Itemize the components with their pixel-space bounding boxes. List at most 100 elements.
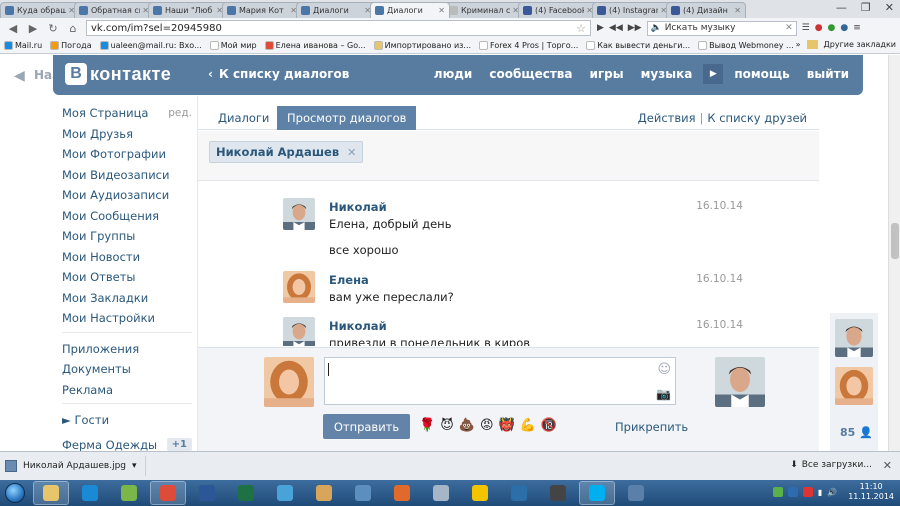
online-count[interactable]: 85 👤 <box>840 426 873 439</box>
other-bookmarks[interactable]: » Другие закладки <box>796 40 896 49</box>
sidebar-item[interactable]: Мои Закладки <box>62 288 192 309</box>
tab-close-icon[interactable]: ✕ <box>438 6 445 15</box>
nav-people[interactable]: люди <box>434 67 473 81</box>
back-arrow-icon[interactable]: ◀ <box>6 21 20 35</box>
taskbar-app-paint[interactable] <box>306 481 342 505</box>
browser-tab[interactable]: (4) Дизайн ✕ <box>666 2 746 18</box>
taskbar-app-app12[interactable] <box>462 481 498 505</box>
bookmark-item[interactable]: Вывод Webmoney ... <box>698 41 794 50</box>
minimize-icon[interactable]: — <box>836 1 847 14</box>
browser-tab[interactable]: Обратная св ✕ <box>74 2 154 18</box>
home-icon[interactable]: ⌂ <box>66 21 80 35</box>
smiley-icon[interactable]: ☺ <box>657 362 671 377</box>
emoji-icon[interactable]: 💩 <box>459 418 475 433</box>
bookmark-star-icon[interactable]: ☆ <box>576 22 586 35</box>
menu-icon[interactable]: ☰ <box>802 23 810 33</box>
browser-tab[interactable]: Криминал с ✕ <box>444 2 524 18</box>
reload-icon[interactable]: ↻ <box>46 21 60 35</box>
sidebar-item[interactable]: Мои Настройки <box>62 308 192 329</box>
start-button[interactable] <box>0 480 30 506</box>
tray-icon-blue[interactable] <box>787 487 798 497</box>
message-author[interactable]: Николай <box>329 200 387 214</box>
tray-icon-red[interactable] <box>802 487 813 497</box>
participant-chip[interactable]: Николай Ардашев ✕ <box>209 141 364 163</box>
sidebar-item[interactable]: Реклама <box>62 380 192 401</box>
sidebar-item[interactable]: Моя Страница ред. <box>62 103 192 124</box>
sidebar-item[interactable]: Мои Ответы <box>62 267 192 288</box>
bookmark-item[interactable]: ualeen@mail.ru: Вхо... <box>99 41 202 50</box>
taskbar-app-games[interactable] <box>111 481 147 505</box>
tray-icon-green[interactable] <box>772 487 783 497</box>
bookmark-item[interactable]: Forex 4 Pros | Торго... <box>479 41 578 50</box>
download-item[interactable]: Николай Ардашев.jpg ▾ <box>5 456 146 476</box>
play-icon[interactable]: ▶ <box>597 23 604 33</box>
remove-participant-icon[interactable]: ✕ <box>347 146 356 159</box>
bookmark-item[interactable]: Погода <box>50 41 92 50</box>
network-icon[interactable]: ▮ <box>818 488 822 497</box>
edit-profile-link[interactable]: ред. <box>168 107 192 119</box>
friends-list-link[interactable]: К списку друзей <box>707 111 807 125</box>
actions-link[interactable]: Действия <box>638 111 696 125</box>
vk-logo[interactable]: В контакте <box>65 63 171 85</box>
browser-tab[interactable]: Куда обращ ✕ <box>0 2 80 18</box>
prev-icon[interactable]: ◀◀ <box>609 23 623 33</box>
browser-tab[interactable]: Мария Кот ✕ <box>222 2 302 18</box>
taskbar-app-ie[interactable] <box>72 481 108 505</box>
bookmark-item[interactable]: Mail.ru <box>4 41 42 50</box>
online-friend-avatar[interactable] <box>835 319 873 357</box>
taskbar-app-photo[interactable] <box>618 481 654 505</box>
all-downloads-link[interactable]: ⬇ Все загрузки... <box>790 460 872 470</box>
sidebar-guests[interactable]: ► Гости <box>62 410 192 431</box>
page-scrollbar[interactable] <box>888 55 900 451</box>
nav-communities[interactable]: сообщества <box>489 67 572 81</box>
sidebar-item[interactable]: Мои Сообщения <box>62 206 192 227</box>
browser-tab[interactable]: Диалоги ✕ <box>370 2 450 18</box>
taskbar-app-app7[interactable] <box>267 481 303 505</box>
taskbar-app-chrome[interactable] <box>150 481 186 505</box>
scrollbar-thumb[interactable] <box>891 223 899 259</box>
to-dialogs-link[interactable]: ‹ К списку диалогов <box>208 67 349 81</box>
ext-icon-blue[interactable]: ● <box>840 23 848 33</box>
online-friend-avatar[interactable] <box>835 367 873 405</box>
taskbar-app-word[interactable] <box>189 481 225 505</box>
browser-tab[interactable]: (4) Instagram ✕ <box>592 2 672 18</box>
overflow-icon[interactable]: » <box>796 40 801 49</box>
sidebar-item[interactable]: Мои Аудиозаписи <box>62 185 192 206</box>
tab-close-icon[interactable]: ✕ <box>734 6 741 15</box>
camera-icon[interactable]: 📷 <box>656 387 671 401</box>
next-icon[interactable]: ▶▶ <box>628 23 642 33</box>
sidebar-item[interactable]: Мои Группы <box>62 226 192 247</box>
browser-tab[interactable]: Наши "Люб ✕ <box>148 2 228 18</box>
message-history[interactable]: Николай 16.10.14 Елена, добрый день все хор… <box>198 182 819 346</box>
taskbar-app-calc[interactable] <box>423 481 459 505</box>
maximize-icon[interactable]: ❐ <box>861 1 871 14</box>
my-avatar[interactable] <box>264 357 314 407</box>
taskbar-app-excel[interactable] <box>228 481 264 505</box>
music-search-input[interactable]: 🔈 Искать музыку ✕ <box>646 20 797 36</box>
taskbar-app-network[interactable] <box>345 481 381 505</box>
close-download-bar-icon[interactable]: ✕ <box>883 459 892 472</box>
emoji-icon[interactable]: 🌹 <box>419 418 435 433</box>
taskbar-app-app13[interactable] <box>501 481 537 505</box>
nav-games[interactable]: игры <box>590 67 624 81</box>
taskbar-app-app10[interactable] <box>384 481 420 505</box>
sidebar-item[interactable]: Мои Фотографии <box>62 144 192 165</box>
taskbar-app-skype[interactable] <box>579 481 615 505</box>
sidebar-item[interactable]: Мои Видеозаписи <box>62 165 192 186</box>
sidebar-item[interactable]: Документы <box>62 359 192 380</box>
ext-icon-red[interactable]: ● <box>815 23 823 33</box>
peer-avatar[interactable] <box>715 357 765 407</box>
sidebar-item[interactable]: Мои Друзья <box>62 124 192 145</box>
clear-icon[interactable]: ✕ <box>785 23 793 33</box>
message-avatar[interactable] <box>283 317 315 346</box>
chevron-down-icon[interactable]: ▾ <box>132 461 137 471</box>
send-button[interactable]: Отправить <box>323 414 410 439</box>
tab-view-dialogs[interactable]: Просмотр диалогов <box>277 106 417 130</box>
sidebar-item[interactable]: Приложения <box>62 339 192 360</box>
message-input[interactable]: ☺ 📷 <box>324 357 676 405</box>
emoji-icon[interactable]: 🔞 <box>541 418 557 433</box>
attach-link[interactable]: Прикрепить <box>615 420 688 434</box>
emoji-icon[interactable]: 😈 <box>440 418 454 433</box>
sidebar-item[interactable]: Мои Новости <box>62 247 192 268</box>
taskbar-app-mic[interactable] <box>540 481 576 505</box>
